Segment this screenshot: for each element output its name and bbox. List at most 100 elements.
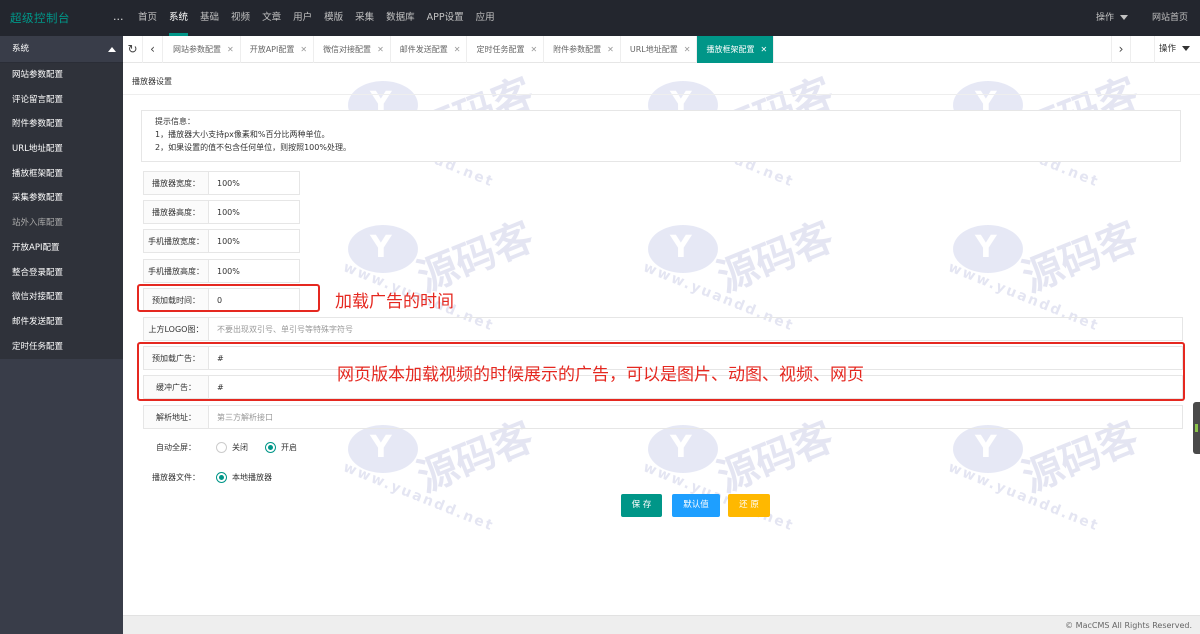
tab[interactable]: URL地址配置 ✕ <box>621 36 698 63</box>
tab[interactable]: 附件参数配置 ✕ <box>544 36 621 63</box>
annotation-text: 加载广告的时间 <box>335 292 454 312</box>
sidebar: 系统 网站参数配置 评论留言配置 附件参数配置 URL地址配置 播放框架配置 采集参数配置… <box>0 36 123 634</box>
sidebar-item[interactable]: 定时任务配置 <box>0 335 123 360</box>
chevron-down-icon <box>1182 46 1191 51</box>
side-handle[interactable] <box>1193 402 1200 454</box>
tab[interactable]: 邮件发送配置 ✕ <box>391 36 468 63</box>
tab[interactable]: 开放API配置 ✕ <box>241 36 315 63</box>
tab-ops-dropdown[interactable]: 操作 <box>1154 36 1200 63</box>
logo-input[interactable]: 不要出现双引号、单引号等特殊字符号 <box>209 317 1183 341</box>
autofull-off-radio[interactable]: 关闭 <box>216 441 248 453</box>
mobile-width-input[interactable]: 100% <box>209 229 300 253</box>
chevron-right-icon[interactable]: › <box>1111 36 1131 63</box>
sidebar-item[interactable]: 采集参数配置 <box>0 186 123 211</box>
sidebar-group-title: 系统 <box>12 44 30 54</box>
tab[interactable]: 微信对接配置 ✕ <box>314 36 391 63</box>
sidebar-item[interactable]: URL地址配置 <box>0 137 123 162</box>
restore-button[interactable]: 还 原 <box>728 494 770 517</box>
save-button[interactable]: 保 存 <box>621 494 662 517</box>
chevron-down-icon <box>1119 15 1128 20</box>
top-nav-item[interactable]: 首页 <box>132 0 163 36</box>
close-icon[interactable]: ✕ <box>454 45 461 54</box>
autofull-on-radio[interactable]: 开启 <box>265 441 297 453</box>
player-height-input[interactable]: 100% <box>209 200 300 224</box>
sidebar-item[interactable]: 微信对接配置 <box>0 285 123 310</box>
close-icon[interactable]: ✕ <box>530 45 537 54</box>
top-nav-item[interactable]: APP设置 <box>421 0 470 36</box>
close-icon[interactable]: ✕ <box>760 45 767 54</box>
top-nav: 首页 系统 基础 视频 文章 用户 模版 采集 数据库 APP设置 应用 <box>132 0 501 36</box>
radio-label: 关闭 <box>232 442 248 452</box>
player-width-input[interactable]: 100% <box>209 171 300 195</box>
default-button[interactable]: 默认值 <box>672 494 720 517</box>
close-icon[interactable]: ✕ <box>684 45 691 54</box>
radio-checked-icon <box>265 441 276 453</box>
field-label: 手机播放宽度： <box>143 229 209 253</box>
sidebar-group-header[interactable]: 系统 <box>0 36 123 63</box>
top-ops-dropdown[interactable]: 操作 <box>1084 0 1140 36</box>
top-nav-item[interactable]: 系统 <box>163 0 194 36</box>
top-nav-item[interactable]: 用户 <box>287 0 318 36</box>
top-nav-item[interactable]: 数据库 <box>380 0 421 36</box>
annotation-text: 网页版本加载视频的时候展示的广告，可以是图片、动图、视频、网页 <box>337 365 864 385</box>
watermark: Y源码客www.yuandd.net <box>945 213 1145 335</box>
top-nav-item[interactable]: 基础 <box>194 0 225 36</box>
tab-label: 定时任务配置 <box>476 45 525 54</box>
watermark: Y源码客www.yuandd.net <box>641 414 840 535</box>
sidebar-item[interactable]: 网站参数配置 <box>0 63 123 88</box>
refresh-icon[interactable]: ↻ <box>123 36 143 63</box>
autofull-row: 自动全屏： 关闭 开启 <box>143 437 307 457</box>
site-home-link[interactable]: 网站首页 <box>1140 0 1200 36</box>
sidebar-item[interactable]: 播放框架配置 <box>0 162 123 187</box>
sidebar-item[interactable]: 整合登录配置 <box>0 261 123 286</box>
player-file-row: 播放器文件： 本地播放器 <box>143 467 282 487</box>
tab-bar: ↻ ‹ 网站参数配置 ✕ 开放API配置 ✕ 微信对接配置 ✕ 邮件发送配置 ✕ 定时任务配置 ✕… <box>123 36 1200 63</box>
sidebar-item[interactable]: 评论留言配置 <box>0 88 123 113</box>
main-content: Y源码客www.yuandd.net Y源码客www.yuandd.net Y源… <box>123 63 1200 634</box>
tab-label: 播放框架配置 <box>706 45 755 54</box>
chevron-left-icon[interactable]: ‹ <box>143 36 163 63</box>
tab-label: 网站参数配置 <box>173 45 221 54</box>
app-logo-title[interactable]: 超级控制台 <box>10 0 110 36</box>
field-label: 播放器高度： <box>143 200 209 224</box>
tab-label: 开放API配置 <box>249 45 295 54</box>
field-label: 手机播放高度： <box>143 259 209 283</box>
sidebar-item[interactable]: 附件参数配置 <box>0 112 123 137</box>
tab[interactable]: 网站参数配置 ✕ <box>164 36 241 63</box>
tab[interactable]: 播放框架配置 ✕ <box>697 36 775 63</box>
top-nav-item[interactable]: 采集 <box>349 0 380 36</box>
local-player-radio[interactable]: 本地播放器 <box>216 471 272 483</box>
close-icon[interactable]: ✕ <box>607 45 614 54</box>
watermark: Y源码客www.yuandd.net <box>945 413 1145 535</box>
top-nav-item[interactable]: 应用 <box>470 0 501 36</box>
watermark: Y源码客www.yuandd.net <box>340 213 540 335</box>
field-label: 播放器宽度： <box>143 171 209 195</box>
mobile-height-input[interactable]: 100% <box>209 259 300 283</box>
sidebar-item[interactable]: 邮件发送配置 <box>0 310 123 335</box>
top-nav-item[interactable]: 视频 <box>225 0 256 36</box>
sidebar-list: 网站参数配置 评论留言配置 附件参数配置 URL地址配置 播放框架配置 采集参数配置 站外入… <box>0 63 123 360</box>
top-ops-label: 操作 <box>1095 13 1114 23</box>
admin-console: 超级控制台 ... 首页 系统 基础 视频 文章 用户 模版 采集 数据库 APP设置 应用 操作 … <box>0 0 1200 634</box>
watermark: Y源码客www.yuandd.net <box>340 413 540 535</box>
tab-label: 附件参数配置 <box>553 45 602 54</box>
top-nav-item[interactable]: 模版 <box>318 0 349 36</box>
sidebar-item[interactable]: 开放API配置 <box>0 236 123 261</box>
parse-url-input[interactable]: 第三方解析接口 <box>209 405 1183 429</box>
close-icon[interactable]: ✕ <box>300 45 307 54</box>
tips-line: 1，播放器大小支持px像素和%百分比两种单位。 <box>155 130 330 139</box>
divider <box>123 94 1200 95</box>
close-icon[interactable]: ✕ <box>377 45 384 54</box>
top-nav-item[interactable]: 文章 <box>256 0 287 36</box>
radio-checked-icon <box>216 471 227 483</box>
sidebar-item[interactable]: 站外入库配置 <box>0 211 123 236</box>
chevron-up-icon <box>108 47 116 52</box>
tab[interactable]: 定时任务配置 ✕ <box>467 36 545 63</box>
more-menu-icon[interactable]: ... <box>113 0 124 36</box>
radio-label: 本地播放器 <box>232 472 272 482</box>
tab-label: URL地址配置 <box>629 45 678 54</box>
close-icon[interactable]: ✕ <box>227 45 234 54</box>
tips-heading: 提示信息： <box>155 117 195 126</box>
top-right-menu: 操作 网站首页 <box>1084 0 1200 36</box>
tips-box: 提示信息： 1，播放器大小支持px像素和%百分比两种单位。 2，如果设置的值不包… <box>141 110 1181 162</box>
